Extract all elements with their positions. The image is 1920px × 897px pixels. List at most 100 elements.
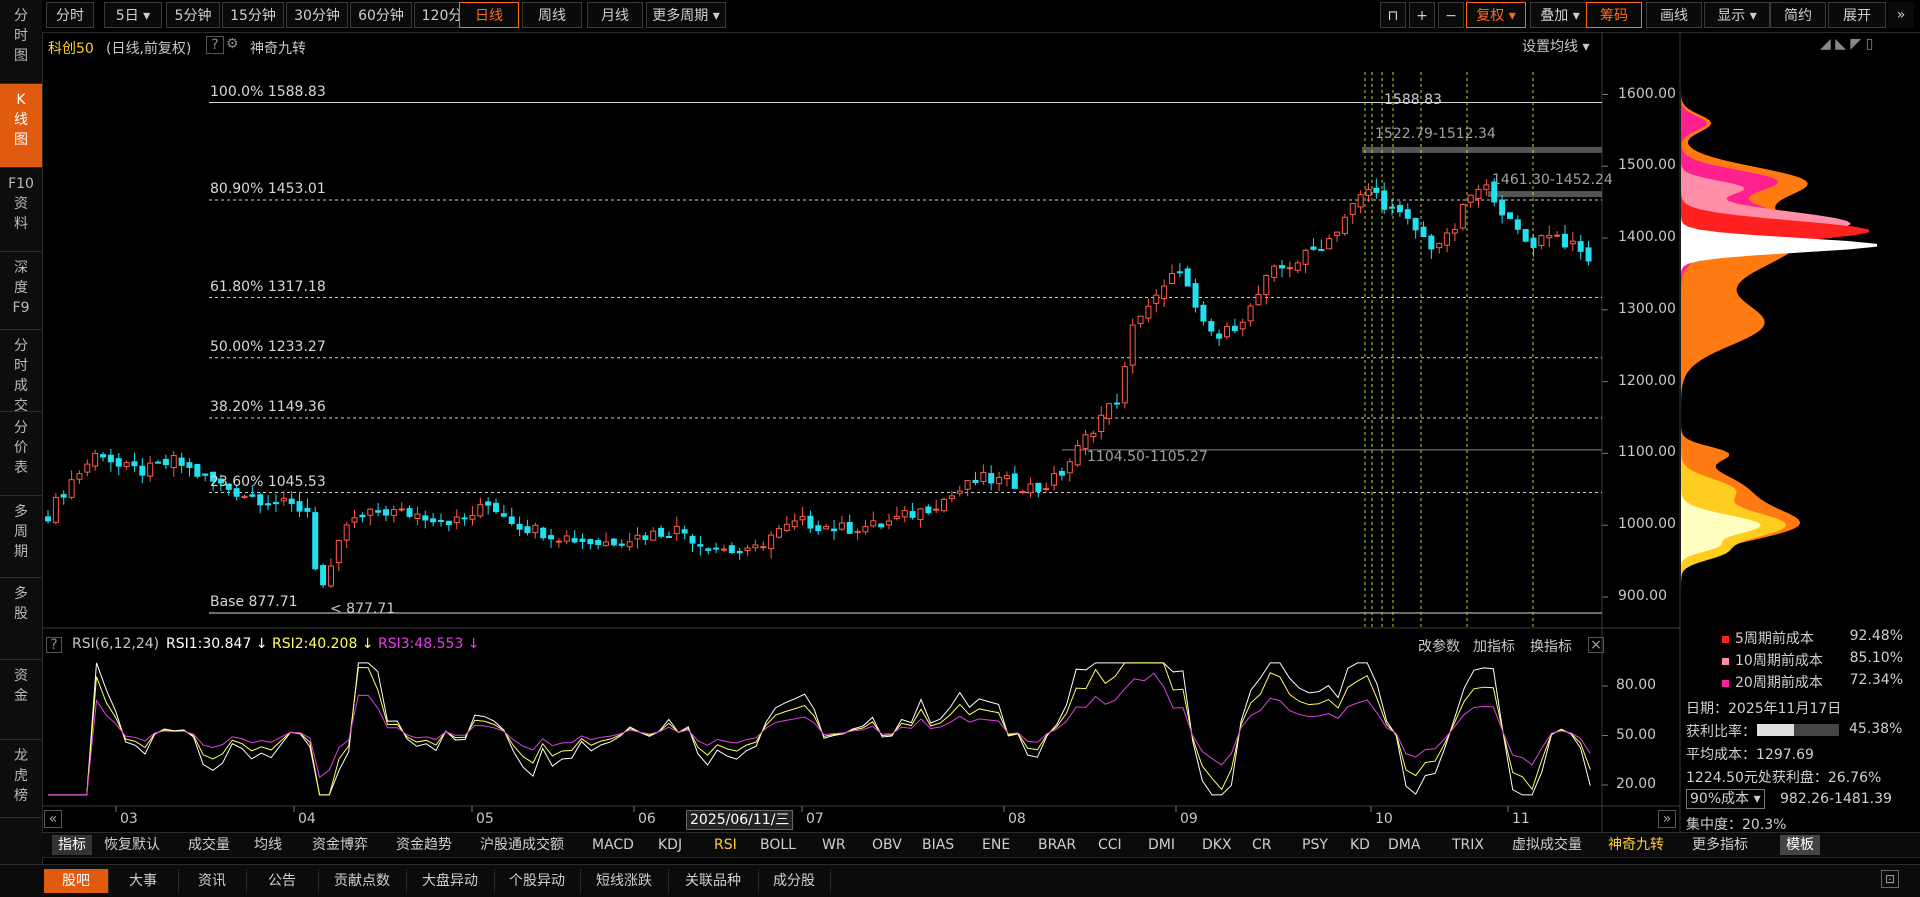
overlay-button[interactable]: 叠加 ▾	[1530, 2, 1590, 28]
period-button-fenshi[interactable]: 分时	[46, 2, 94, 28]
indicator-tab-20[interactable]: PSY	[1302, 835, 1328, 855]
indicator-tab-7[interactable]: MACD	[592, 835, 634, 855]
fib-label: 23.60% 1045.53	[210, 473, 326, 490]
bottom-tab-4[interactable]: 贡献点数	[318, 869, 407, 893]
chart-canvas[interactable]	[42, 32, 1920, 832]
indicator-tab-3[interactable]: 均线	[254, 835, 282, 855]
nav-item-2[interactable]: F10 资 料	[0, 168, 42, 252]
zoom-in-icon[interactable]: +	[1409, 2, 1435, 28]
nav-item-8[interactable]: 资 金	[0, 660, 42, 740]
adjust-button[interactable]: 复权 ▾	[1466, 2, 1526, 28]
maximize-icon[interactable]: ⊡	[1881, 870, 1899, 888]
indicator-tab-19[interactable]: CR	[1252, 835, 1272, 855]
period-button-more[interactable]: 更多周期 ▾	[646, 2, 726, 28]
indicator-tab-15[interactable]: BRAR	[1038, 835, 1076, 855]
candle	[162, 454, 169, 470]
period-button-30min[interactable]: 30分钟	[286, 2, 348, 28]
switch-indicator-button[interactable]: 换指标	[1530, 636, 1572, 656]
nav-item-4[interactable]: 分 时 成 交	[0, 330, 42, 414]
simple-button[interactable]: 简约	[1770, 2, 1826, 28]
display-button[interactable]: 显示 ▾	[1704, 2, 1770, 28]
period-button-weekly[interactable]: 周线	[522, 2, 582, 28]
legend-label: 10周期前成本	[1735, 653, 1823, 669]
nav-item-5[interactable]: 分 价 表	[0, 412, 42, 496]
indicator-tab-21[interactable]: KD	[1350, 835, 1370, 855]
indicator-tab-4[interactable]: 资金博弈	[312, 835, 368, 855]
chip-profit-value: 45.38%	[1849, 721, 1903, 737]
nav-item-3[interactable]: 深 度 F9	[0, 252, 42, 330]
indicator-tab-22[interactable]: DMA	[1388, 835, 1420, 855]
bottom-tab-5[interactable]: 大盘异动	[406, 869, 495, 893]
zoom-out-icon[interactable]: −	[1438, 2, 1464, 28]
cost-range-select[interactable]: 90%成本 ▾	[1686, 789, 1765, 809]
lock-icon[interactable]: ⊓	[1380, 2, 1406, 28]
bottom-tab-3[interactable]: 公告	[246, 869, 319, 893]
indicator-tab-24[interactable]: 虚拟成交量	[1512, 835, 1582, 855]
candle	[147, 456, 154, 482]
chips-button[interactable]: 筹码	[1586, 2, 1642, 28]
candle	[1444, 228, 1451, 253]
indicator-tab-25[interactable]: 神奇九转	[1608, 835, 1664, 855]
bottom-tab-7[interactable]: 短线涨跌	[580, 869, 669, 893]
candle	[720, 544, 727, 553]
period-button-daily[interactable]: 日线	[459, 2, 519, 28]
indicator-tab-8[interactable]: KDJ	[658, 835, 682, 855]
candle	[1051, 465, 1058, 491]
indicator-tab-10[interactable]: BOLL	[760, 835, 796, 855]
zone-bar-3	[1488, 191, 1602, 198]
bottom-tab-1[interactable]: 大事	[108, 869, 179, 893]
period-button-5min[interactable]: 5分钟	[166, 2, 220, 28]
draw-line-button[interactable]: 画线	[1646, 2, 1702, 28]
add-indicator-button[interactable]: 加指标	[1473, 636, 1515, 656]
scroll-left-icon[interactable]: «	[44, 810, 62, 828]
bottom-tab-2[interactable]: 资讯	[178, 869, 247, 893]
rsi-help-icon[interactable]: ?	[46, 637, 62, 653]
indicator-tab-23[interactable]: TRIX	[1452, 835, 1484, 855]
bottom-tab-6[interactable]: 个股异动	[494, 869, 581, 893]
candle	[186, 458, 193, 477]
period-button-15min[interactable]: 15分钟	[222, 2, 284, 28]
candle	[343, 521, 350, 549]
collapse-icon[interactable]: »	[1888, 2, 1914, 28]
nav-item-7[interactable]: 多 股	[0, 578, 42, 660]
candle	[1176, 263, 1183, 278]
indicator-tab-13[interactable]: BIAS	[922, 835, 954, 855]
indicator-tab-9[interactable]: RSI	[714, 835, 737, 855]
indicator-tab-16[interactable]: CCI	[1098, 835, 1122, 855]
candle	[1341, 213, 1348, 237]
chip-tool-icons[interactable]: ◢ ◣ ◤ ▯	[1820, 36, 1873, 52]
change-param-button[interactable]: 改参数	[1418, 636, 1460, 656]
indicator-tab-26[interactable]: 更多指标	[1692, 835, 1748, 855]
indicator-tab-0[interactable]: 指标	[52, 835, 92, 855]
candle	[838, 515, 845, 532]
period-button-monthly[interactable]: 月线	[587, 2, 643, 28]
candle	[257, 493, 264, 514]
indicator-tab-5[interactable]: 资金趋势	[396, 835, 452, 855]
indicator-tab-17[interactable]: DMI	[1148, 835, 1175, 855]
indicator-tab-27[interactable]: 模板	[1780, 835, 1820, 855]
candlestick-series	[45, 178, 1592, 588]
indicator-tab-1[interactable]: 恢复默认	[104, 835, 160, 855]
period-button-60min[interactable]: 60分钟	[350, 2, 412, 28]
indicator-tab-2[interactable]: 成交量	[188, 835, 230, 855]
nav-item-6[interactable]: 多 周 期	[0, 496, 42, 578]
period-button-5day[interactable]: 5日 ▾	[104, 2, 162, 28]
nav-item-0[interactable]: 分 时 图	[0, 0, 42, 84]
nav-item-1[interactable]: K 线 图	[0, 84, 42, 168]
indicator-tab-11[interactable]: WR	[822, 835, 846, 855]
nav-item-9[interactable]: 龙 虎 榜	[0, 740, 42, 818]
scroll-right-icon[interactable]: »	[1658, 810, 1676, 828]
bottom-tab-8[interactable]: 关联品种	[668, 869, 759, 893]
chip-concentration: 集中度：20.3%	[1686, 817, 1787, 833]
candle	[280, 491, 287, 506]
indicator-tab-14[interactable]: ENE	[982, 835, 1010, 855]
bottom-tab-0[interactable]: 股吧	[44, 869, 109, 893]
bottom-tab-9[interactable]: 成分股	[758, 869, 831, 893]
expand-button[interactable]: 展开	[1828, 2, 1886, 28]
indicator-tab-12[interactable]: OBV	[872, 835, 902, 855]
candle	[500, 505, 507, 518]
indicator-tab-18[interactable]: DKX	[1202, 835, 1232, 855]
close-icon[interactable]: ×	[1588, 637, 1604, 653]
candle	[618, 539, 625, 549]
indicator-tab-6[interactable]: 沪股通成交额	[480, 835, 564, 855]
